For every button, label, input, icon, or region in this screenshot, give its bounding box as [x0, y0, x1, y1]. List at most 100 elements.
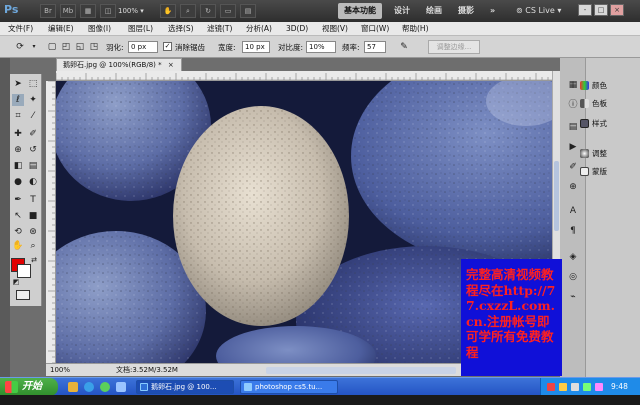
- 3d-orbit-tool-icon[interactable]: ⊛: [27, 226, 39, 238]
- path-select-tool-icon[interactable]: ↖: [12, 210, 24, 222]
- histogram-panel-icon[interactable]: ▦: [566, 78, 580, 92]
- paragraph-panel-icon[interactable]: ¶: [566, 224, 580, 238]
- character-panel-icon[interactable]: A: [566, 204, 580, 218]
- actions-panel-icon[interactable]: ▶: [566, 140, 580, 154]
- workspace-more[interactable]: »: [484, 3, 501, 19]
- maximize-button[interactable]: □: [594, 4, 608, 16]
- paths-panel-icon[interactable]: ⌁: [566, 290, 580, 304]
- document-tab-close-icon[interactable]: ×: [168, 61, 174, 69]
- clone-tool-icon[interactable]: ⊕: [12, 144, 24, 156]
- quicklaunch-ie-icon[interactable]: [84, 382, 94, 392]
- width-input[interactable]: 10 px: [242, 41, 270, 53]
- screen-mode-icon[interactable]: ▭: [220, 4, 236, 18]
- quick-mask-icon[interactable]: [16, 290, 30, 300]
- quicklaunch-app-icon[interactable]: [100, 382, 110, 392]
- extras-icon[interactable]: ▤: [240, 4, 256, 18]
- new-selection-icon[interactable]: ▢: [46, 41, 58, 53]
- workspace-painting[interactable]: 绘画: [420, 3, 448, 19]
- tray-network-icon[interactable]: [559, 383, 567, 391]
- task-photoshop[interactable]: 鹅卵石.jpg @ 100...: [136, 380, 234, 394]
- brush-tool-icon[interactable]: ✐: [27, 128, 39, 140]
- default-colors-icon[interactable]: ◩: [10, 276, 22, 288]
- contrast-input[interactable]: 10%: [306, 41, 336, 53]
- minimize-button[interactable]: -: [578, 4, 592, 16]
- menu-select[interactable]: 选择(S): [168, 23, 194, 35]
- magnetic-lasso-preset-icon[interactable]: ⟳: [14, 41, 26, 53]
- swap-colors-icon[interactable]: ⇄: [28, 254, 40, 266]
- view-extras-button[interactable]: ▦: [80, 4, 96, 18]
- marquee-tool-icon[interactable]: ⬚: [27, 78, 39, 90]
- tray-shield-icon[interactable]: [547, 383, 555, 391]
- preset-dropdown-icon[interactable]: ▾: [28, 41, 40, 53]
- 3d-rotate-tool-icon[interactable]: ⟲: [12, 226, 24, 238]
- panel-color[interactable]: 颜色: [580, 80, 607, 92]
- menu-layer[interactable]: 图层(L): [128, 23, 153, 35]
- vertical-scroll-thumb[interactable]: [554, 161, 559, 231]
- move-tool-icon[interactable]: ➤: [12, 78, 24, 90]
- healing-tool-icon[interactable]: ✚: [12, 128, 24, 140]
- blur-tool-icon[interactable]: ●: [12, 176, 24, 188]
- menu-help[interactable]: 帮助(H): [402, 23, 429, 35]
- taskbar-clock[interactable]: 9:48: [611, 378, 628, 396]
- info-panel-icon[interactable]: ⓘ: [566, 98, 580, 112]
- menu-analysis[interactable]: 分析(A): [246, 23, 272, 35]
- zoom-tool-icon[interactable]: ⌕: [27, 240, 39, 252]
- menu-window[interactable]: 窗口(W): [361, 23, 389, 35]
- history-brush-icon[interactable]: ↺: [27, 144, 39, 156]
- panel-masks[interactable]: 蒙版: [580, 166, 607, 178]
- history-panel-icon[interactable]: ▤: [566, 120, 580, 134]
- start-button[interactable]: 开始: [0, 378, 58, 396]
- dodge-tool-icon[interactable]: ◐: [27, 176, 39, 188]
- frequency-input[interactable]: 57: [364, 41, 386, 53]
- quick-select-tool-icon[interactable]: ✦: [27, 94, 39, 106]
- layers-panel-icon[interactable]: ◈: [566, 250, 580, 264]
- zoom-level-select[interactable]: 100% ▾: [118, 4, 152, 18]
- menu-edit[interactable]: 编辑(E): [48, 23, 74, 35]
- bridge-button[interactable]: Br: [40, 4, 56, 18]
- menu-3d[interactable]: 3D(D): [286, 23, 308, 35]
- gradient-tool-icon[interactable]: ▤: [27, 160, 39, 172]
- quicklaunch-folder-icon[interactable]: [68, 382, 78, 392]
- mini-bridge-button[interactable]: Mb: [60, 4, 76, 18]
- arrange-button[interactable]: ◫: [100, 4, 116, 18]
- menu-view[interactable]: 视图(V): [322, 23, 348, 35]
- rotate-view-icon[interactable]: ↻: [200, 4, 216, 18]
- cs-live-menu[interactable]: ⊚ CS Live ▾: [516, 4, 561, 18]
- feather-input[interactable]: 0 px: [128, 41, 158, 53]
- menu-filter[interactable]: 滤镜(T): [207, 23, 232, 35]
- close-button[interactable]: ×: [610, 4, 624, 16]
- subtract-selection-icon[interactable]: ◱: [74, 41, 86, 53]
- menu-image[interactable]: 图像(I): [88, 23, 111, 35]
- tray-im-icon[interactable]: [595, 383, 603, 391]
- task-explorer[interactable]: photoshop cs5.tu...: [240, 380, 338, 394]
- eraser-tool-icon[interactable]: ◧: [12, 160, 24, 172]
- lasso-tool-icon[interactable]: ℓ: [12, 94, 24, 106]
- tray-app-icon[interactable]: [583, 383, 591, 391]
- pen-pressure-icon[interactable]: ✎: [398, 41, 410, 53]
- workspace-design[interactable]: 设计: [388, 3, 416, 19]
- status-zoom[interactable]: 100%: [50, 366, 70, 375]
- panel-swatches[interactable]: 色板: [580, 98, 607, 110]
- intersect-selection-icon[interactable]: ◳: [88, 41, 100, 53]
- tray-volume-icon[interactable]: [571, 383, 579, 391]
- eyedropper-tool-icon[interactable]: ⁄: [27, 110, 39, 122]
- document-tab[interactable]: 鹅卵石.jpg @ 100%(RGB/8) * ×: [56, 58, 182, 71]
- hand-tool-icon[interactable]: ✋: [12, 240, 24, 252]
- shape-tool-icon[interactable]: ■: [27, 210, 39, 222]
- crop-tool-icon[interactable]: ⌗: [12, 110, 24, 122]
- horizontal-scrollbar[interactable]: [266, 367, 456, 374]
- menu-file[interactable]: 文件(F): [8, 23, 33, 35]
- workspace-photography[interactable]: 摄影: [452, 3, 480, 19]
- panel-adjustments[interactable]: 调整: [580, 148, 607, 160]
- quicklaunch-desktop-icon[interactable]: [116, 382, 126, 392]
- add-selection-icon[interactable]: ◰: [60, 41, 72, 53]
- channels-panel-icon[interactable]: ◎: [566, 270, 580, 284]
- pen-tool-icon[interactable]: ✒: [12, 194, 24, 206]
- workspace-essentials[interactable]: 基本功能: [338, 3, 382, 19]
- hand-view-icon[interactable]: ✋: [160, 4, 176, 18]
- refine-edge-button[interactable]: 调整边缘...: [428, 40, 480, 54]
- zoom-view-icon[interactable]: ⌕: [180, 4, 196, 18]
- antialias-checkbox[interactable]: ✓: [163, 42, 172, 51]
- brush-panel-icon[interactable]: ✐: [566, 160, 580, 174]
- type-tool-icon[interactable]: T: [27, 194, 39, 206]
